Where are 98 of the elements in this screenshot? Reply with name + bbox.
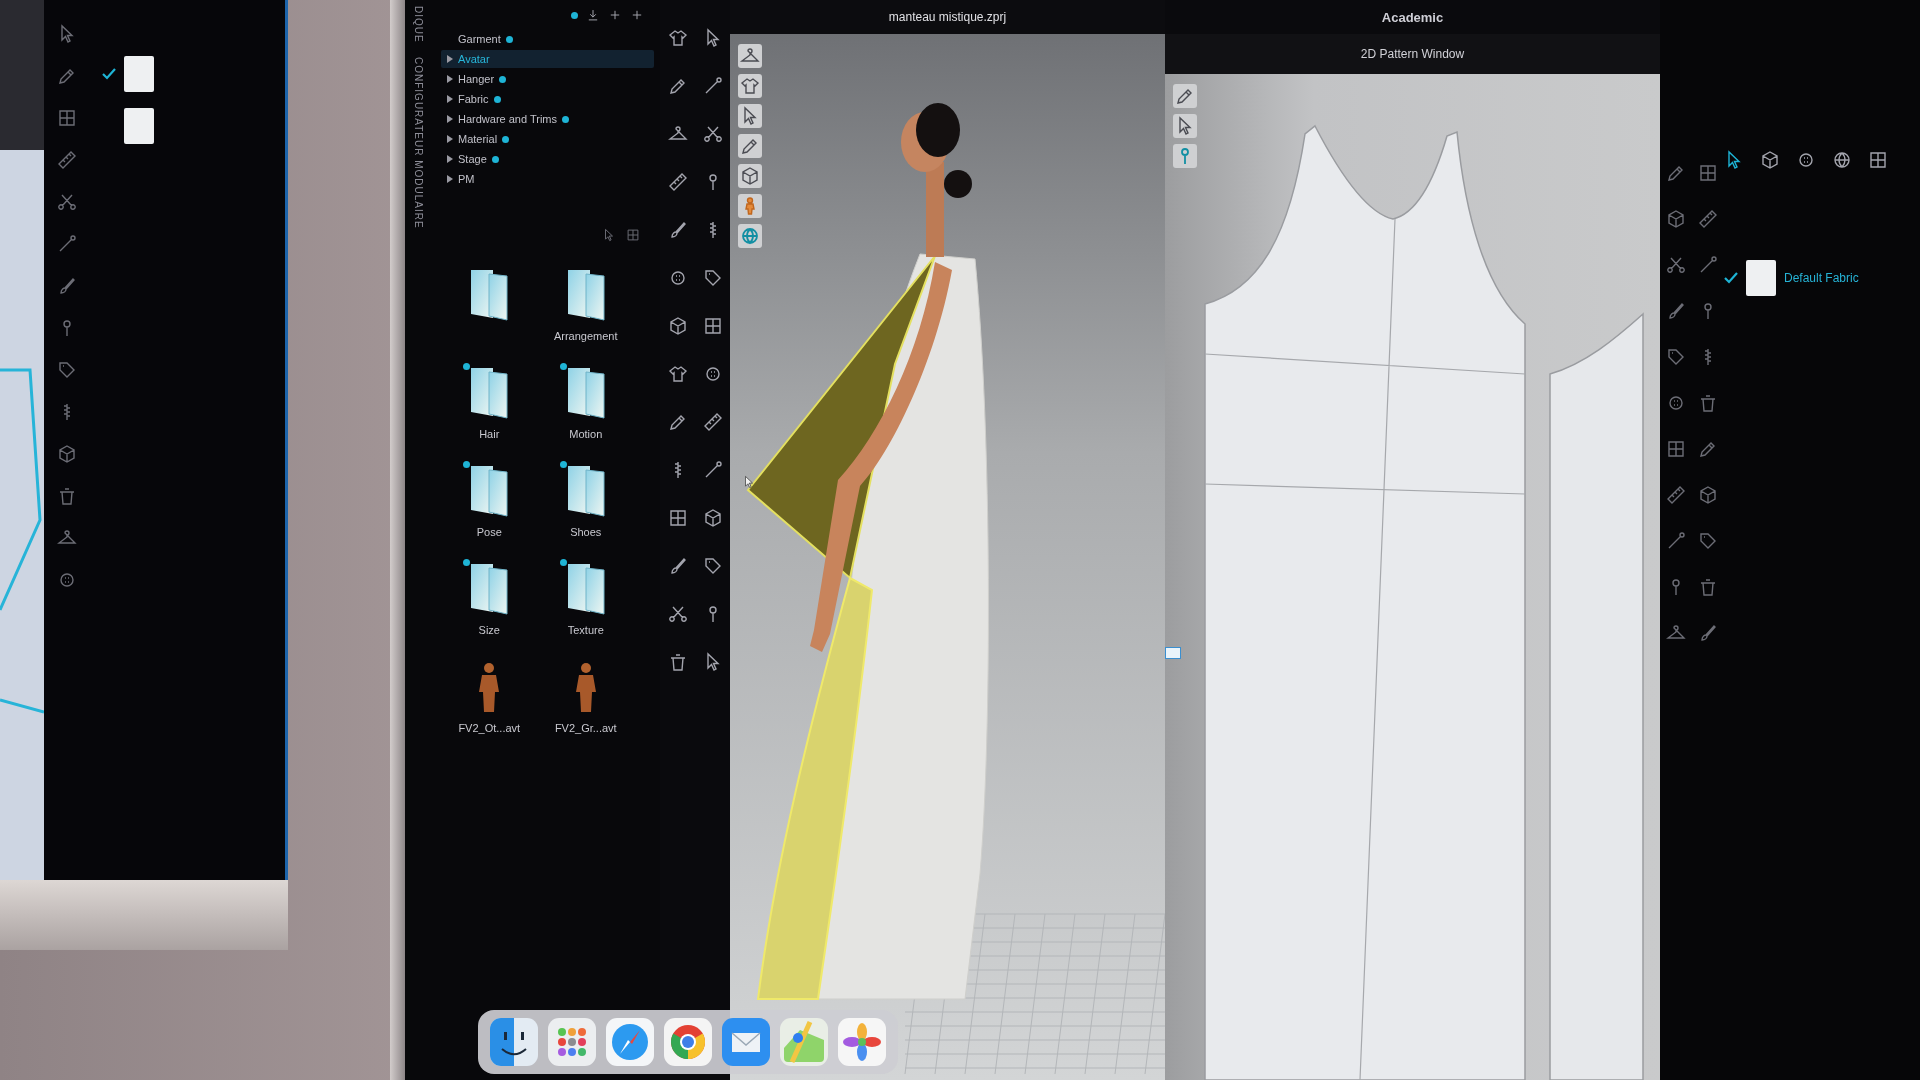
status-dot-icon (571, 11, 578, 19)
library-item[interactable]: FV2_Ot...avt (441, 660, 538, 734)
brush-icon[interactable] (1666, 301, 1686, 321)
vertical-tab-label[interactable]: CONFIGURATEUR MODULAIRE (412, 56, 424, 229)
brush-icon[interactable] (57, 276, 77, 296)
compass-icon[interactable] (606, 1018, 654, 1066)
cube-icon[interactable] (667, 316, 688, 336)
cube-icon[interactable] (1666, 209, 1686, 229)
scissors-icon[interactable] (702, 124, 723, 144)
tree-item[interactable]: Hanger (441, 70, 654, 88)
fabric-swatch[interactable] (124, 56, 154, 92)
app-title: Academic (1381, 9, 1444, 25)
grid-icon[interactable] (702, 316, 723, 336)
grid-icon[interactable] (57, 108, 77, 128)
library-item[interactable]: Texture (537, 562, 634, 636)
grid-icon[interactable] (1666, 439, 1686, 459)
cube-icon[interactable] (702, 508, 723, 528)
shirt-icon[interactable] (738, 74, 762, 98)
caret-icon[interactable] (447, 115, 453, 123)
check-icon[interactable] (1724, 272, 1738, 284)
cursor-icon[interactable] (1173, 114, 1197, 138)
fabric-item[interactable]: Default Fabric (1724, 260, 1859, 296)
check-icon[interactable] (102, 68, 116, 80)
grid-icon[interactable] (1868, 150, 1888, 170)
cube-icon[interactable] (1698, 485, 1718, 505)
trash-icon[interactable] (1698, 393, 1718, 413)
caret-icon[interactable] (447, 175, 453, 183)
trash-icon[interactable] (57, 486, 77, 506)
caret-icon[interactable] (447, 75, 453, 83)
cube-icon[interactable] (1760, 150, 1780, 170)
shirt-icon[interactable] (667, 364, 688, 384)
fabric-swatch[interactable] (124, 108, 154, 144)
tree-item[interactable]: Avatar (441, 50, 654, 68)
tag-icon[interactable] (1666, 347, 1686, 367)
scissors-icon[interactable] (667, 604, 688, 624)
scissors-icon[interactable] (1666, 255, 1686, 275)
needle-icon[interactable] (1698, 255, 1718, 275)
plus-icon[interactable] (608, 8, 622, 22)
ruler-icon[interactable] (667, 172, 688, 192)
vertical-tab-label[interactable]: DIQUE (412, 6, 424, 43)
tree-item[interactable]: Fabric (441, 90, 654, 108)
caret-icon[interactable] (447, 55, 453, 63)
cube-icon[interactable] (738, 164, 762, 188)
tag-icon[interactable] (1698, 531, 1718, 551)
caret-icon[interactable] (447, 155, 453, 163)
library-item[interactable]: FV2_Gr...avt (537, 660, 634, 734)
download-icon[interactable] (586, 8, 600, 22)
envelope-icon[interactable] (722, 1018, 770, 1066)
splitter-handle[interactable] (1165, 647, 1181, 659)
sewing-button-icon[interactable] (1796, 150, 1816, 170)
library-item[interactable]: Shoes (537, 464, 634, 538)
tree-item[interactable]: Hardware and Trims (441, 110, 654, 128)
pen-icon[interactable] (1173, 84, 1197, 108)
ring-icon[interactable] (664, 1018, 712, 1066)
tree-item[interactable]: Stage (441, 150, 654, 168)
cube-icon[interactable] (57, 444, 77, 464)
ruler-icon[interactable] (702, 412, 723, 432)
trash-icon[interactable] (1698, 577, 1718, 597)
sewing-button-icon[interactable] (57, 570, 77, 590)
shirt-icon[interactable] (667, 28, 688, 48)
needle-icon[interactable] (57, 234, 77, 254)
map-icon[interactable] (780, 1018, 828, 1066)
scissors-icon[interactable] (57, 192, 77, 212)
library-item[interactable]: Motion (537, 366, 634, 440)
plus-icon[interactable] (630, 8, 644, 22)
smiling-face-icon[interactable] (490, 1018, 538, 1066)
tag-icon[interactable] (702, 268, 723, 288)
app-grid-icon[interactable] (548, 1018, 596, 1066)
figure-icon[interactable] (738, 194, 762, 218)
tree-item[interactable]: PM (441, 170, 654, 188)
cursor-icon[interactable] (602, 228, 616, 242)
tree-item[interactable]: Garment (441, 30, 654, 48)
library-item[interactable]: Hair (441, 366, 538, 440)
tag-icon[interactable] (702, 556, 723, 576)
window-title: 2D Pattern Window (1360, 47, 1465, 61)
tree-item[interactable]: Material (441, 130, 654, 148)
ruler-icon[interactable] (1666, 485, 1686, 505)
library-item[interactable]: Arrangement (537, 268, 634, 342)
ruler-icon[interactable] (1698, 209, 1718, 229)
globe-icon[interactable] (1832, 150, 1852, 170)
brush-icon[interactable] (1698, 623, 1718, 643)
flower-icon[interactable] (838, 1018, 886, 1066)
cursor-icon (742, 474, 756, 490)
sewing-button-icon[interactable] (1666, 393, 1686, 413)
caret-icon[interactable] (447, 95, 453, 103)
ruler-icon[interactable] (57, 150, 77, 170)
hanger-icon[interactable] (738, 44, 762, 68)
grid-icon[interactable] (1698, 163, 1718, 183)
pen-icon[interactable] (738, 134, 762, 158)
fabric-swatch (1746, 260, 1776, 296)
cursor-icon[interactable] (738, 104, 762, 128)
window-title: manteau mistique.zprj (888, 10, 1007, 24)
library-item[interactable]: Pose (441, 464, 538, 538)
tag-icon[interactable] (57, 360, 77, 380)
needle-icon[interactable] (1666, 531, 1686, 551)
caret-icon[interactable] (447, 135, 453, 143)
library-item[interactable]: Size (441, 562, 538, 636)
grid-icon[interactable] (667, 508, 688, 528)
